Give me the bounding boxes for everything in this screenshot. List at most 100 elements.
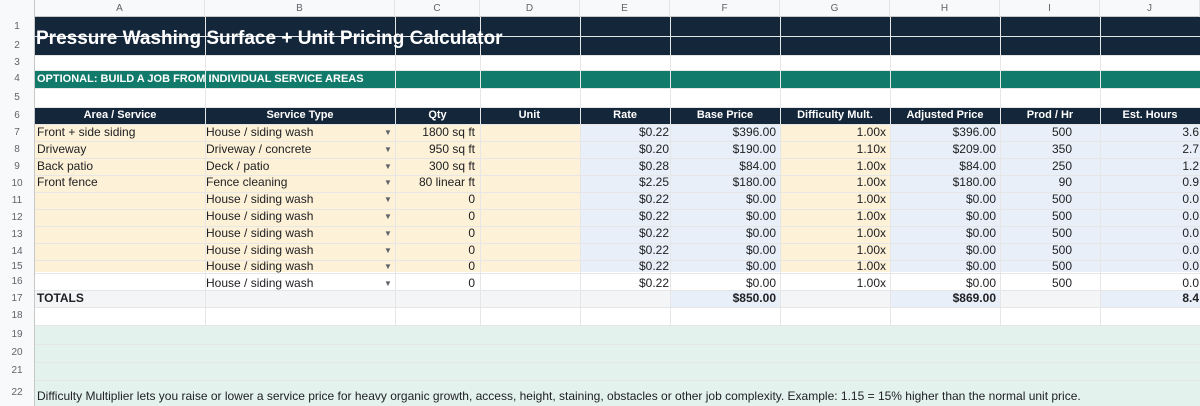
column-header-c[interactable]: C <box>395 0 480 17</box>
cell-rate[interactable]: $0.22 <box>580 191 669 208</box>
chevron-down-icon[interactable]: ▼ <box>384 258 392 275</box>
cell-rate[interactable]: $0.22 <box>580 208 669 225</box>
column-header-h[interactable]: H <box>890 0 1000 17</box>
cell-est-hours[interactable]: 3.6 <box>1100 124 1199 141</box>
cell-rate[interactable]: $0.22 <box>580 242 669 259</box>
row-number[interactable]: 4 <box>0 70 35 88</box>
cell-prod-hr[interactable]: 500 <box>1000 191 1072 208</box>
row-number[interactable]: 21 <box>0 362 35 380</box>
cell-area[interactable]: Front + side siding <box>37 124 203 141</box>
cell-base-price[interactable]: $396.00 <box>670 124 776 141</box>
row-number[interactable]: 7 <box>0 124 35 141</box>
cell-difficulty-mult[interactable]: 1.00x <box>780 124 886 141</box>
cell-adjusted-price[interactable]: $0.00 <box>890 258 996 275</box>
row-number[interactable]: 10 <box>0 175 35 192</box>
cell-adjusted-price[interactable]: $0.00 <box>890 191 996 208</box>
cell-prod-hr[interactable]: 90 <box>1000 174 1072 191</box>
row-number[interactable]: 16 <box>0 273 35 290</box>
row-number[interactable]: 5 <box>0 88 35 107</box>
row-number[interactable]: 15 <box>0 260 35 273</box>
column-header-j[interactable]: J <box>1100 0 1200 17</box>
cell-est-hours[interactable]: 0.0 <box>1100 191 1199 208</box>
column-header-g[interactable]: G <box>780 0 890 17</box>
chevron-down-icon[interactable]: ▼ <box>384 174 392 191</box>
column-header-d[interactable]: D <box>480 0 580 17</box>
cell-est-hours[interactable]: 0.0 <box>1100 258 1199 275</box>
total-adjusted-price[interactable]: $869.00 <box>890 290 996 307</box>
cell-rate[interactable]: $0.22 <box>580 275 669 292</box>
cell-service-type[interactable]: House / siding wash <box>206 124 356 141</box>
row-number[interactable]: 1 <box>0 17 35 36</box>
row-number[interactable]: 11 <box>0 192 35 209</box>
cell-service-type[interactable]: House / siding wash <box>206 191 356 208</box>
cell-qty[interactable]: 0 <box>395 275 475 292</box>
cell-service-type[interactable]: House / siding wash <box>206 208 356 225</box>
chevron-down-icon[interactable]: ▼ <box>384 225 392 242</box>
cell-difficulty-mult[interactable]: 1.00x <box>780 258 886 275</box>
cell-difficulty-mult[interactable]: 1.00x <box>780 158 886 175</box>
cell-qty[interactable]: 0 <box>395 208 475 225</box>
cell-qty[interactable]: 80 linear ft <box>395 174 475 191</box>
column-header-e[interactable]: E <box>580 0 670 17</box>
chevron-down-icon[interactable]: ▼ <box>384 158 392 175</box>
cell-service-type[interactable]: Driveway / concrete <box>206 141 356 158</box>
cell-est-hours[interactable]: 0.0 <box>1100 242 1199 259</box>
cell-est-hours[interactable]: 2.7 <box>1100 141 1199 158</box>
cell-est-hours[interactable]: 1.2 <box>1100 158 1199 175</box>
chevron-down-icon[interactable]: ▼ <box>384 124 392 141</box>
row-number[interactable]: 6 <box>0 107 35 124</box>
row-number[interactable]: 9 <box>0 158 35 175</box>
cell-qty[interactable]: 950 sq ft <box>395 141 475 158</box>
row-number[interactable]: 17 <box>0 290 35 307</box>
column-header-i[interactable]: I <box>1000 0 1100 17</box>
cell-difficulty-mult[interactable]: 1.10x <box>780 141 886 158</box>
cell-area[interactable]: Front fence <box>37 174 203 191</box>
cell-service-type[interactable]: House / siding wash <box>206 258 356 275</box>
cell-base-price[interactable]: $0.00 <box>670 208 776 225</box>
cell-qty[interactable]: 1800 sq ft <box>395 124 475 141</box>
cell-qty[interactable]: 0 <box>395 258 475 275</box>
cell-base-price[interactable]: $190.00 <box>670 141 776 158</box>
cell-qty[interactable]: 0 <box>395 225 475 242</box>
cell-rate[interactable]: $0.28 <box>580 158 669 175</box>
row-number[interactable]: 2 <box>0 36 35 55</box>
select-all-corner[interactable] <box>0 0 35 17</box>
cell-prod-hr[interactable]: 500 <box>1000 275 1072 292</box>
cell-prod-hr[interactable]: 500 <box>1000 258 1072 275</box>
row-number[interactable]: 18 <box>0 307 35 325</box>
row-number[interactable]: 19 <box>0 325 35 344</box>
cell-qty[interactable]: 0 <box>395 191 475 208</box>
row-number[interactable]: 22 <box>0 380 35 406</box>
cell-adjusted-price[interactable]: $0.00 <box>890 225 996 242</box>
cell-est-hours[interactable]: 0.0 <box>1100 225 1199 242</box>
cell-rate[interactable]: $2.25 <box>580 174 669 191</box>
column-header-f[interactable]: F <box>670 0 780 17</box>
cell-difficulty-mult[interactable]: 1.00x <box>780 174 886 191</box>
cell-difficulty-mult[interactable]: 1.00x <box>780 225 886 242</box>
cell-qty[interactable]: 0 <box>395 242 475 259</box>
cell-rate[interactable]: $0.20 <box>580 141 669 158</box>
cell-service-type[interactable]: House / siding wash <box>206 242 356 259</box>
cell-adjusted-price[interactable]: $0.00 <box>890 242 996 259</box>
cell-prod-hr[interactable]: 500 <box>1000 225 1072 242</box>
cell-prod-hr[interactable]: 500 <box>1000 208 1072 225</box>
column-header-b[interactable]: B <box>205 0 395 17</box>
cell-adjusted-price[interactable]: $396.00 <box>890 124 996 141</box>
cell-difficulty-mult[interactable]: 1.00x <box>780 242 886 259</box>
cell-rate[interactable]: $0.22 <box>580 258 669 275</box>
chevron-down-icon[interactable]: ▼ <box>384 208 392 225</box>
cell-prod-hr[interactable]: 500 <box>1000 242 1072 259</box>
cell-area[interactable]: Driveway <box>37 141 203 158</box>
row-number[interactable]: 13 <box>0 226 35 243</box>
total-base-price[interactable]: $850.00 <box>670 290 776 307</box>
cell-base-price[interactable]: $0.00 <box>670 242 776 259</box>
cell-adjusted-price[interactable]: $209.00 <box>890 141 996 158</box>
chevron-down-icon[interactable]: ▼ <box>384 141 392 158</box>
cell-adjusted-price[interactable]: $180.00 <box>890 174 996 191</box>
cell-area[interactable]: Back patio <box>37 158 203 175</box>
cell-base-price[interactable]: $0.00 <box>670 258 776 275</box>
cell-base-price[interactable]: $0.00 <box>670 225 776 242</box>
cell-rate[interactable]: $0.22 <box>580 124 669 141</box>
cell-adjusted-price[interactable]: $84.00 <box>890 158 996 175</box>
cell-service-type[interactable]: Fence cleaning <box>206 174 356 191</box>
